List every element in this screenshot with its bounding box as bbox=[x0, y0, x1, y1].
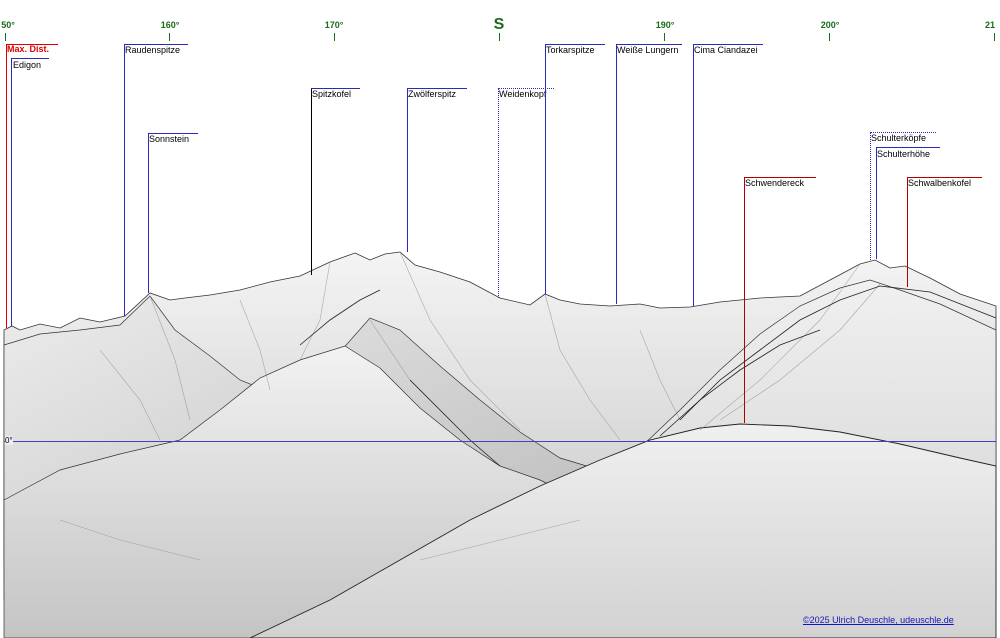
peak-line-cima-ciandazei bbox=[693, 44, 694, 306]
max-distance-line bbox=[6, 44, 7, 328]
peak-label-weisse-lungern[interactable]: Weiße Lungern bbox=[617, 45, 678, 55]
degree-tick bbox=[169, 33, 170, 41]
degree-label: 200° bbox=[820, 20, 840, 30]
degree-label: 160° bbox=[160, 20, 180, 30]
peak-label-weidenkopf[interactable]: Weidenkopf bbox=[499, 89, 546, 99]
horizon-label: 0° bbox=[5, 436, 13, 445]
south-label: S bbox=[493, 16, 505, 33]
peak-line-edigon bbox=[11, 58, 12, 326]
degree-tick bbox=[499, 33, 500, 41]
peak-label-torkarspitze[interactable]: Torkarspitze bbox=[546, 45, 595, 55]
peak-label-raudenspitze[interactable]: Raudenspitze bbox=[125, 45, 180, 55]
peak-label-schulterkoepfe[interactable]: Schulterköpfe bbox=[871, 133, 926, 143]
degree-tick bbox=[334, 33, 335, 41]
panorama-view: 50° 160° 170° S 190° 200° 21 Max. Dist. … bbox=[0, 0, 1000, 638]
degree-tick bbox=[664, 33, 665, 41]
peak-line-torkarspitze bbox=[545, 44, 546, 294]
peak-label-cima-ciandazei[interactable]: Cima Ciandazei bbox=[694, 45, 758, 55]
peak-label-schulterhoehe[interactable]: Schulterhöhe bbox=[877, 149, 930, 159]
degree-label: 190° bbox=[655, 20, 675, 30]
peak-line-weidenkopf bbox=[498, 88, 500, 298]
peak-line-weisse-lungern bbox=[616, 44, 617, 304]
peak-label-edigon[interactable]: Edigon bbox=[13, 60, 41, 70]
peak-line-schwendereck bbox=[744, 177, 745, 423]
peak-bar-edigon bbox=[11, 58, 49, 59]
peak-line-schulterkoepfe bbox=[870, 132, 872, 260]
peak-label-schwalbenkofel[interactable]: Schwalbenkofel bbox=[908, 178, 971, 188]
peak-line-schulterhoehe bbox=[876, 147, 877, 259]
peak-line-spitzkofel bbox=[311, 88, 312, 275]
peak-label-spitzkofel[interactable]: Spitzkofel bbox=[312, 89, 351, 99]
degree-label: 170° bbox=[324, 20, 344, 30]
degree-label: 50° bbox=[1, 20, 15, 30]
peak-line-sonnstein bbox=[148, 133, 149, 293]
horizon-line bbox=[4, 441, 996, 442]
degree-label: 21 bbox=[984, 20, 996, 30]
degree-tick bbox=[994, 33, 995, 41]
peak-label-zwoelferspitz[interactable]: Zwölferspitz bbox=[408, 89, 456, 99]
credit-link[interactable]: ©2025 Ulrich Deuschle, udeuschle.de bbox=[803, 615, 954, 625]
peak-label-sonnstein[interactable]: Sonnstein bbox=[149, 134, 189, 144]
peak-bar-schulterhoehe bbox=[876, 147, 940, 148]
peak-line-raudenspitze bbox=[124, 44, 125, 316]
degree-tick bbox=[829, 33, 830, 41]
peak-line-zwoelferspitz bbox=[407, 88, 408, 252]
max-distance-label: Max. Dist. bbox=[7, 44, 50, 54]
peak-line-schwalbenkofel bbox=[907, 177, 908, 287]
peak-label-schwendereck[interactable]: Schwendereck bbox=[745, 178, 804, 188]
degree-tick bbox=[5, 33, 6, 41]
